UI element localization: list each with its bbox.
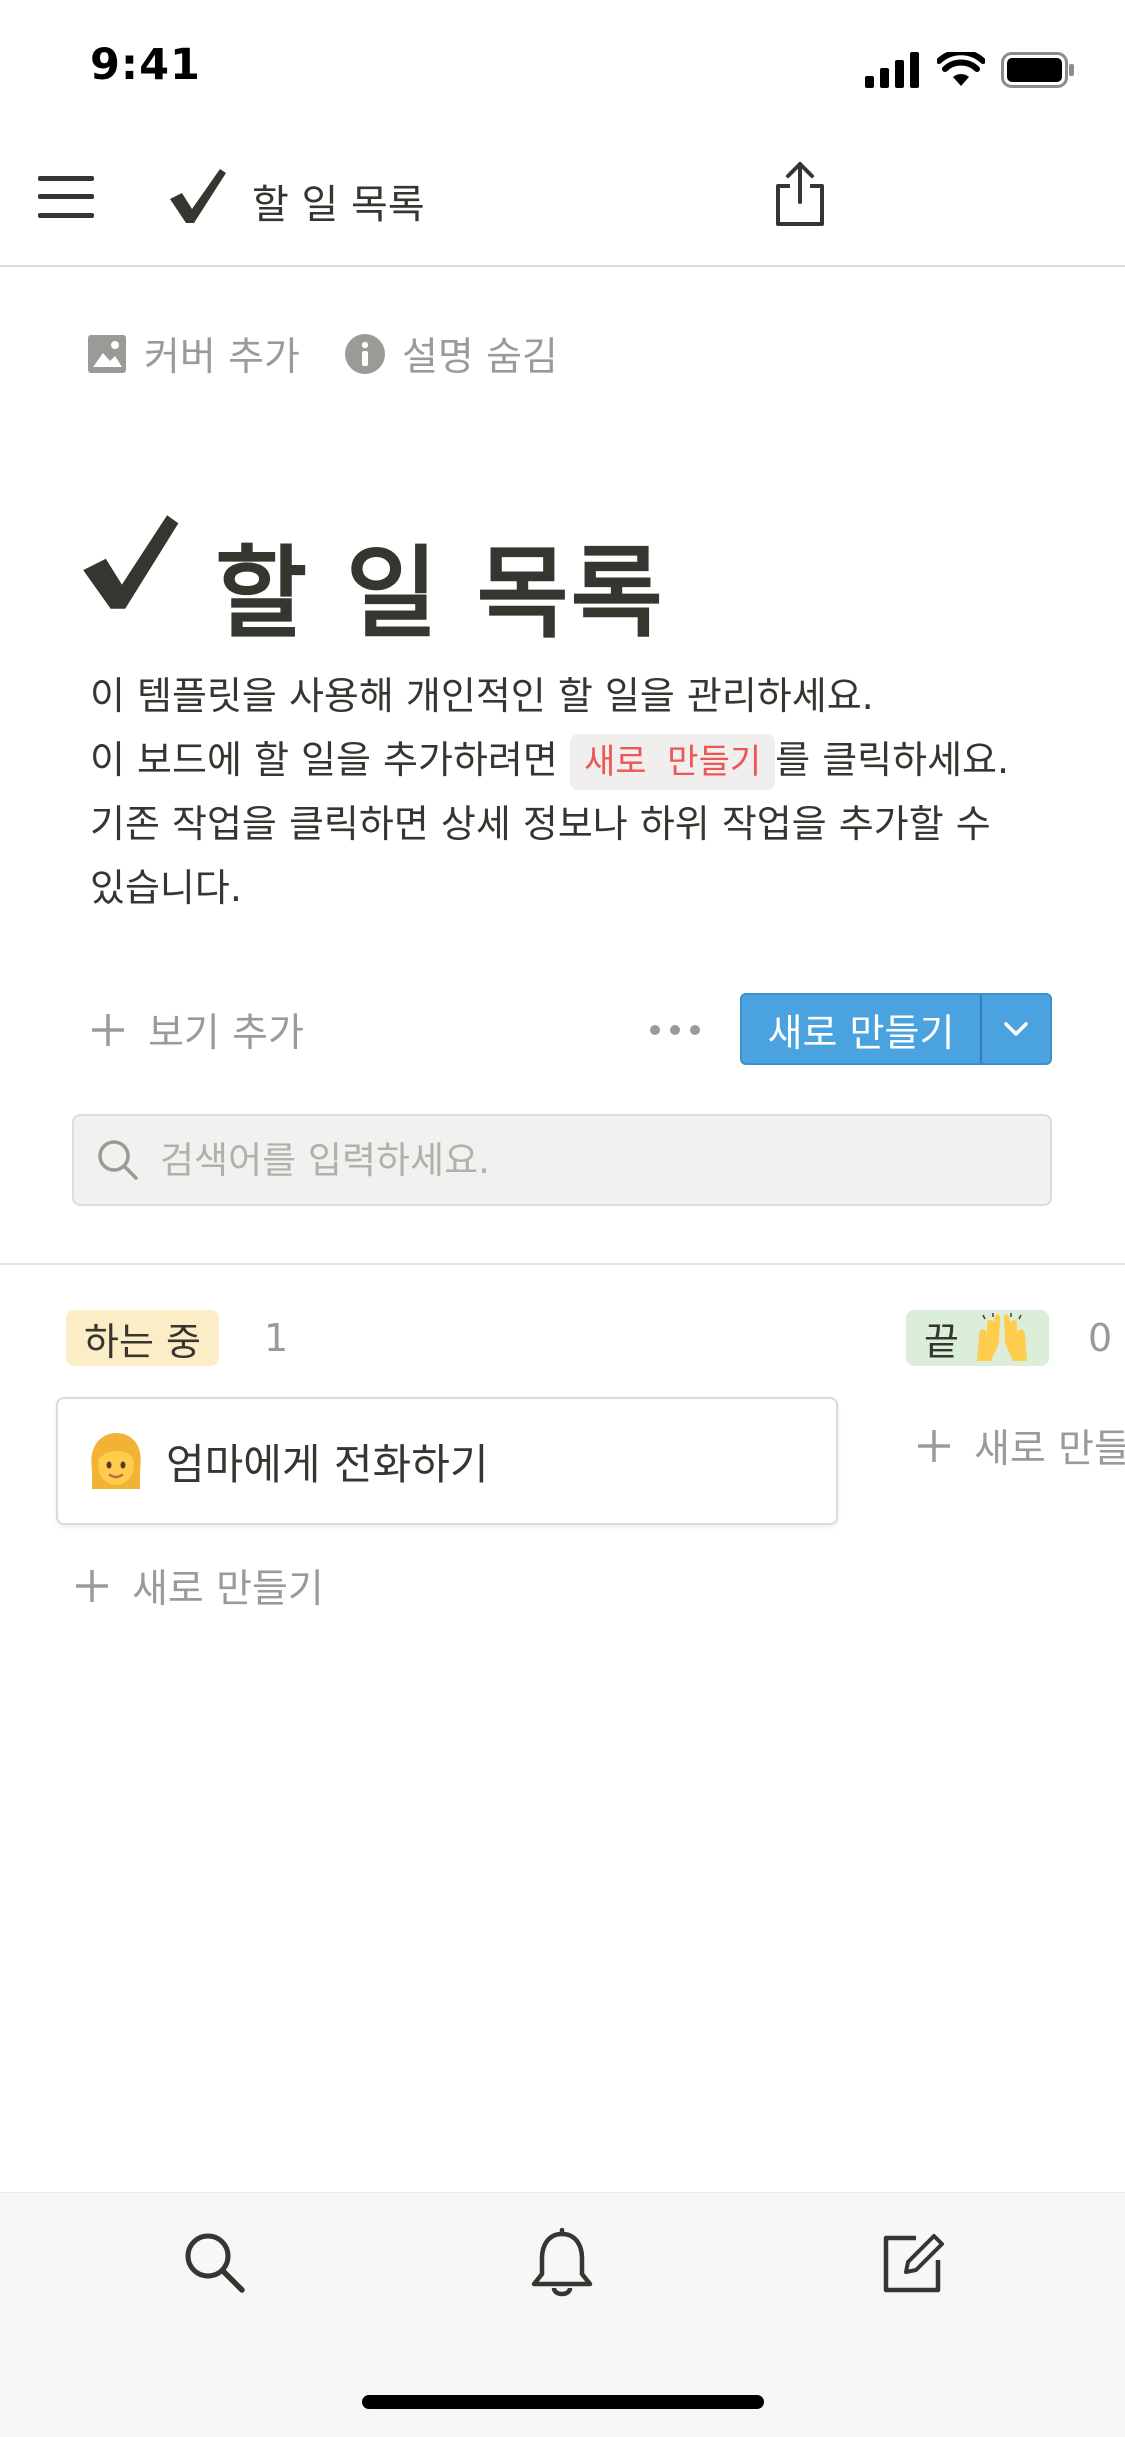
description-line: 이 템플릿을 사용해 개인적인 할 일을 관리하세요. xyxy=(90,674,874,718)
hide-description-button[interactable]: 설명 숨김 xyxy=(344,326,558,382)
search-box[interactable] xyxy=(72,1114,1052,1206)
status-icons xyxy=(865,48,1075,92)
column-tag-label: 끝 xyxy=(924,1319,959,1364)
plus-icon xyxy=(92,1014,124,1046)
divider xyxy=(0,1263,1125,1265)
new-card-label: 새로 만들기 xyxy=(132,1567,324,1612)
new-card-button[interactable]: 새로 만들기 xyxy=(74,1558,324,1614)
description-line: 있습니다. xyxy=(90,866,242,910)
column-count: 1 xyxy=(264,1316,289,1360)
checkmark-icon xyxy=(170,169,226,223)
description-line: 기존 작업을 클릭하면 상세 정보나 하위 작업을 추가할 수 xyxy=(90,802,991,846)
new-button[interactable]: 새로 만들기 xyxy=(742,995,980,1063)
chevron-down-icon xyxy=(1004,1022,1028,1036)
signal-icon xyxy=(865,52,919,88)
image-icon xyxy=(88,335,126,373)
new-card-button[interactable]: 새로 만들 xyxy=(916,1418,1125,1474)
column-tag-doing[interactable]: 하는 중 xyxy=(66,1310,219,1366)
bell-icon[interactable] xyxy=(528,2228,596,2300)
card-title: 엄마에게 전화하기 xyxy=(166,1439,489,1489)
share-icon[interactable] xyxy=(770,158,830,230)
add-cover-button[interactable]: 커버 추가 xyxy=(86,326,300,382)
home-indicator[interactable] xyxy=(362,2395,764,2409)
hide-description-label: 설명 숨김 xyxy=(402,335,558,380)
status-time: 9:41 xyxy=(90,40,201,90)
new-button-group: 새로 만들기 xyxy=(740,993,1052,1065)
add-view-button[interactable]: 보기 추가 xyxy=(90,1000,304,1060)
plus-icon xyxy=(76,1570,108,1602)
column-count: 0 xyxy=(1088,1316,1113,1360)
menu-icon[interactable] xyxy=(38,172,94,222)
battery-icon xyxy=(1001,52,1074,88)
compose-icon[interactable] xyxy=(878,2228,948,2298)
description-text: 이 보드에 할 일을 추가하려면 xyxy=(90,738,558,782)
description-line: 이 보드에 할 일을 추가하려면 새로 만들기 를 클릭하세요. xyxy=(90,728,1070,792)
page-description: 이 템플릿을 사용해 개인적인 할 일을 관리하세요. 이 보드에 할 일을 추… xyxy=(90,664,1070,920)
more-options-icon[interactable] xyxy=(650,1012,700,1048)
search-input[interactable] xyxy=(158,1137,1022,1183)
board-card[interactable]: 엄마에게 전화하기 xyxy=(56,1397,838,1525)
column-tag-done[interactable]: 끝 xyxy=(906,1310,1049,1366)
raising-hands-emoji-icon xyxy=(976,1313,1027,1361)
description-text: 를 클릭하세요. xyxy=(775,738,1010,782)
nav-title[interactable]: 할 일 목록 xyxy=(252,172,425,230)
woman-emoji-icon xyxy=(91,1433,141,1489)
new-card-label: 새로 만들 xyxy=(974,1427,1125,1472)
page-title[interactable]: 할 일 목록 xyxy=(215,512,665,657)
info-icon xyxy=(345,334,385,374)
page-checkmark-icon xyxy=(83,515,179,609)
inline-code: 새로 만들기 xyxy=(569,734,776,790)
new-button-dropdown[interactable] xyxy=(980,995,1050,1063)
wifi-icon xyxy=(937,52,985,86)
search-icon xyxy=(98,1140,138,1180)
add-cover-label: 커버 추가 xyxy=(144,335,300,380)
search-icon[interactable] xyxy=(180,2228,248,2296)
add-view-label: 보기 추가 xyxy=(148,1011,304,1056)
plus-icon xyxy=(918,1430,950,1462)
